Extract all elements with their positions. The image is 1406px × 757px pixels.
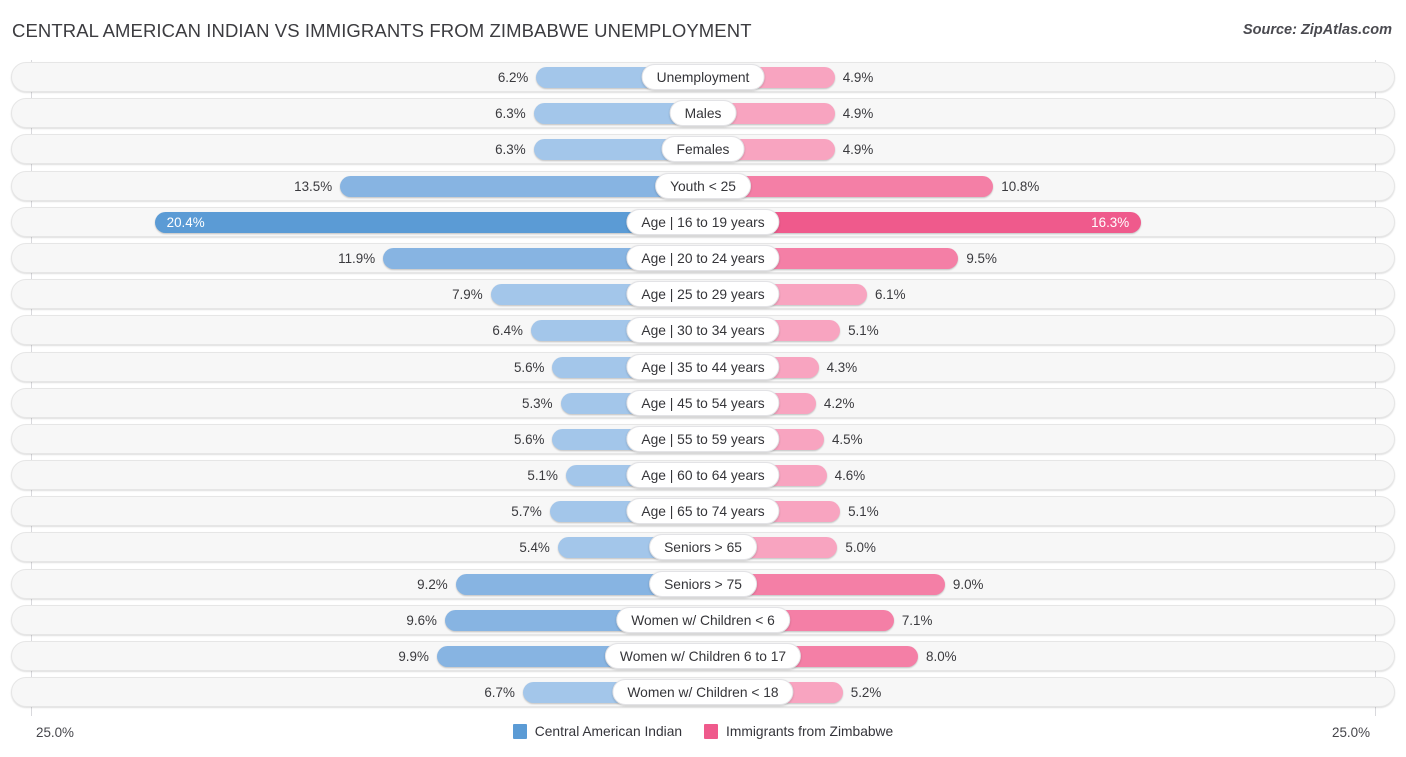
value-label-right: 9.0%	[952, 576, 984, 592]
row-label-pill: Age | 16 to 19 years	[626, 208, 780, 235]
value-label-right: 6.1%	[874, 287, 906, 303]
row-label-pill: Women w/ Children < 18	[612, 679, 794, 706]
value-label-right: 7.1%	[901, 612, 933, 628]
chart-page: CENTRAL AMERICAN INDIAN VS IMMIGRANTS FR…	[0, 0, 1406, 757]
chart-row: 6.3% 4.9% Females	[0, 132, 1406, 168]
value-label-left: 13.5%	[294, 178, 333, 194]
row-label-pill: Age | 25 to 29 years	[626, 281, 780, 308]
chart-row: 6.7% 5.2% Women w/ Children < 18	[0, 675, 1406, 711]
chart-row: 6.4% 5.1% Age | 30 to 34 years	[0, 313, 1406, 349]
bar-left	[340, 175, 703, 197]
row-label-pill: Age | 30 to 34 years	[626, 317, 780, 344]
chart-row: 9.6% 7.1% Women w/ Children < 6	[0, 603, 1406, 639]
chart-rows: 6.2% 4.9% Unemployment 6.3% 4.9% Males 6.3% 4.9…	[0, 60, 1406, 711]
legend-swatch-icon	[704, 724, 719, 739]
row-label-pill: Age | 55 to 59 years	[626, 425, 780, 452]
value-label-left: 6.3%	[495, 142, 526, 158]
chart-row: 6.3% 4.9% Males	[0, 96, 1406, 132]
chart-row: 5.3% 4.2% Age | 45 to 54 years	[0, 386, 1406, 422]
chart-row: 20.4% 16.3% Age | 16 to 19 years	[0, 205, 1406, 241]
chart-row: 7.9% 6.1% Age | 25 to 29 years	[0, 277, 1406, 313]
chart-header: CENTRAL AMERICAN INDIAN VS IMMIGRANTS FR…	[0, 0, 1406, 56]
chart-row: 13.5% 10.8% Youth < 25	[0, 169, 1406, 205]
value-label-right: 4.9%	[842, 70, 874, 85]
value-label-right: 4.9%	[842, 106, 874, 122]
value-label-right: 8.0%	[926, 649, 957, 664]
source-attribution: Source: ZipAtlas.com	[1242, 22, 1392, 38]
chart-row: 9.9% 8.0% Women w/ Children 6 to 17	[0, 639, 1406, 675]
value-label-right: 4.5%	[831, 431, 863, 447]
row-label-pill: Seniors > 65	[649, 534, 757, 561]
chart-row: 5.1% 4.6% Age | 60 to 64 years	[0, 458, 1406, 494]
legend-swatch-icon	[512, 724, 527, 739]
value-label-right: 4.9%	[842, 142, 874, 158]
row-label-pill: Youth < 25	[655, 172, 751, 199]
value-label-left: 5.3%	[522, 395, 553, 411]
value-label-right: 10.8%	[1001, 178, 1040, 194]
value-label-right: 5.2%	[850, 685, 882, 701]
value-label-left: 6.4%	[492, 323, 523, 339]
row-label-pill: Age | 35 to 44 years	[626, 353, 780, 380]
value-label-left: 5.7%	[511, 504, 542, 520]
row-label-pill: Age | 20 to 24 years	[626, 244, 780, 271]
legend-label: Immigrants from Zimbabwe	[726, 724, 894, 739]
chart-row: 5.4% 5.0% Seniors > 65	[0, 530, 1406, 566]
value-label-right: 5.0%	[845, 540, 876, 556]
row-label-pill: Males	[669, 100, 737, 127]
value-label-right: 4.3%	[826, 359, 858, 375]
value-label-left: 6.7%	[484, 685, 515, 701]
chart-row: 5.7% 5.1% Age | 65 to 74 years	[0, 494, 1406, 530]
value-label-right: 16.3%	[1091, 214, 1130, 230]
chart-row: 6.2% 4.9% Unemployment	[0, 60, 1406, 96]
value-label-left: 9.9%	[398, 649, 429, 664]
row-label-pill: Women w/ Children 6 to 17	[604, 643, 802, 669]
value-label-right: 9.5%	[966, 250, 997, 266]
value-label-left: 5.6%	[513, 431, 545, 447]
row-label-pill: Age | 60 to 64 years	[626, 462, 780, 489]
page-title: CENTRAL AMERICAN INDIAN VS IMMIGRANTS FR…	[12, 20, 752, 41]
value-label-left: 5.4%	[519, 540, 550, 556]
row-label-pill: Age | 65 to 74 years	[626, 498, 780, 525]
value-label-left: 5.1%	[527, 468, 558, 484]
chart-row: 5.6% 4.3% Age | 35 to 44 years	[0, 350, 1406, 386]
chart-plot-area: 6.2% 4.9% Unemployment 6.3% 4.9% Males 6.3% 4.9…	[0, 60, 1406, 716]
row-label-pill: Age | 45 to 54 years	[626, 389, 780, 416]
chart-row: 5.6% 4.5% Age | 55 to 59 years	[0, 422, 1406, 458]
chart-legend: Central American Indian Immigrants from Z…	[0, 724, 1406, 739]
row-label-pill: Unemployment	[641, 64, 765, 90]
legend-item[interactable]: Immigrants from Zimbabwe	[704, 724, 893, 739]
value-label-left: 9.2%	[417, 576, 448, 592]
value-label-left: 20.4%	[166, 214, 205, 230]
value-label-left: 6.2%	[497, 70, 529, 85]
value-label-left: 6.3%	[495, 106, 526, 122]
value-label-right: 5.1%	[848, 504, 879, 520]
row-label-pill: Seniors > 75	[649, 570, 757, 597]
value-label-left: 9.6%	[406, 612, 437, 628]
chart-footer: 25.0% 25.0% Central American Indian Immig…	[0, 716, 1406, 757]
row-label-pill: Women w/ Children < 6	[616, 606, 790, 633]
value-label-left: 11.9%	[338, 250, 376, 266]
value-label-right: 4.2%	[823, 395, 855, 411]
value-label-right: 5.1%	[848, 323, 879, 339]
value-label-right: 4.6%	[834, 468, 866, 484]
legend-label: Central American Indian	[534, 724, 683, 739]
value-label-left: 5.6%	[513, 359, 545, 375]
chart-row: 11.9% 9.5% Age | 20 to 24 years	[0, 241, 1406, 277]
value-label-left: 7.9%	[452, 287, 483, 303]
chart-row: 9.2% 9.0% Seniors > 75	[0, 567, 1406, 603]
row-label-pill: Females	[661, 136, 745, 163]
legend-item[interactable]: Central American Indian	[512, 724, 683, 739]
